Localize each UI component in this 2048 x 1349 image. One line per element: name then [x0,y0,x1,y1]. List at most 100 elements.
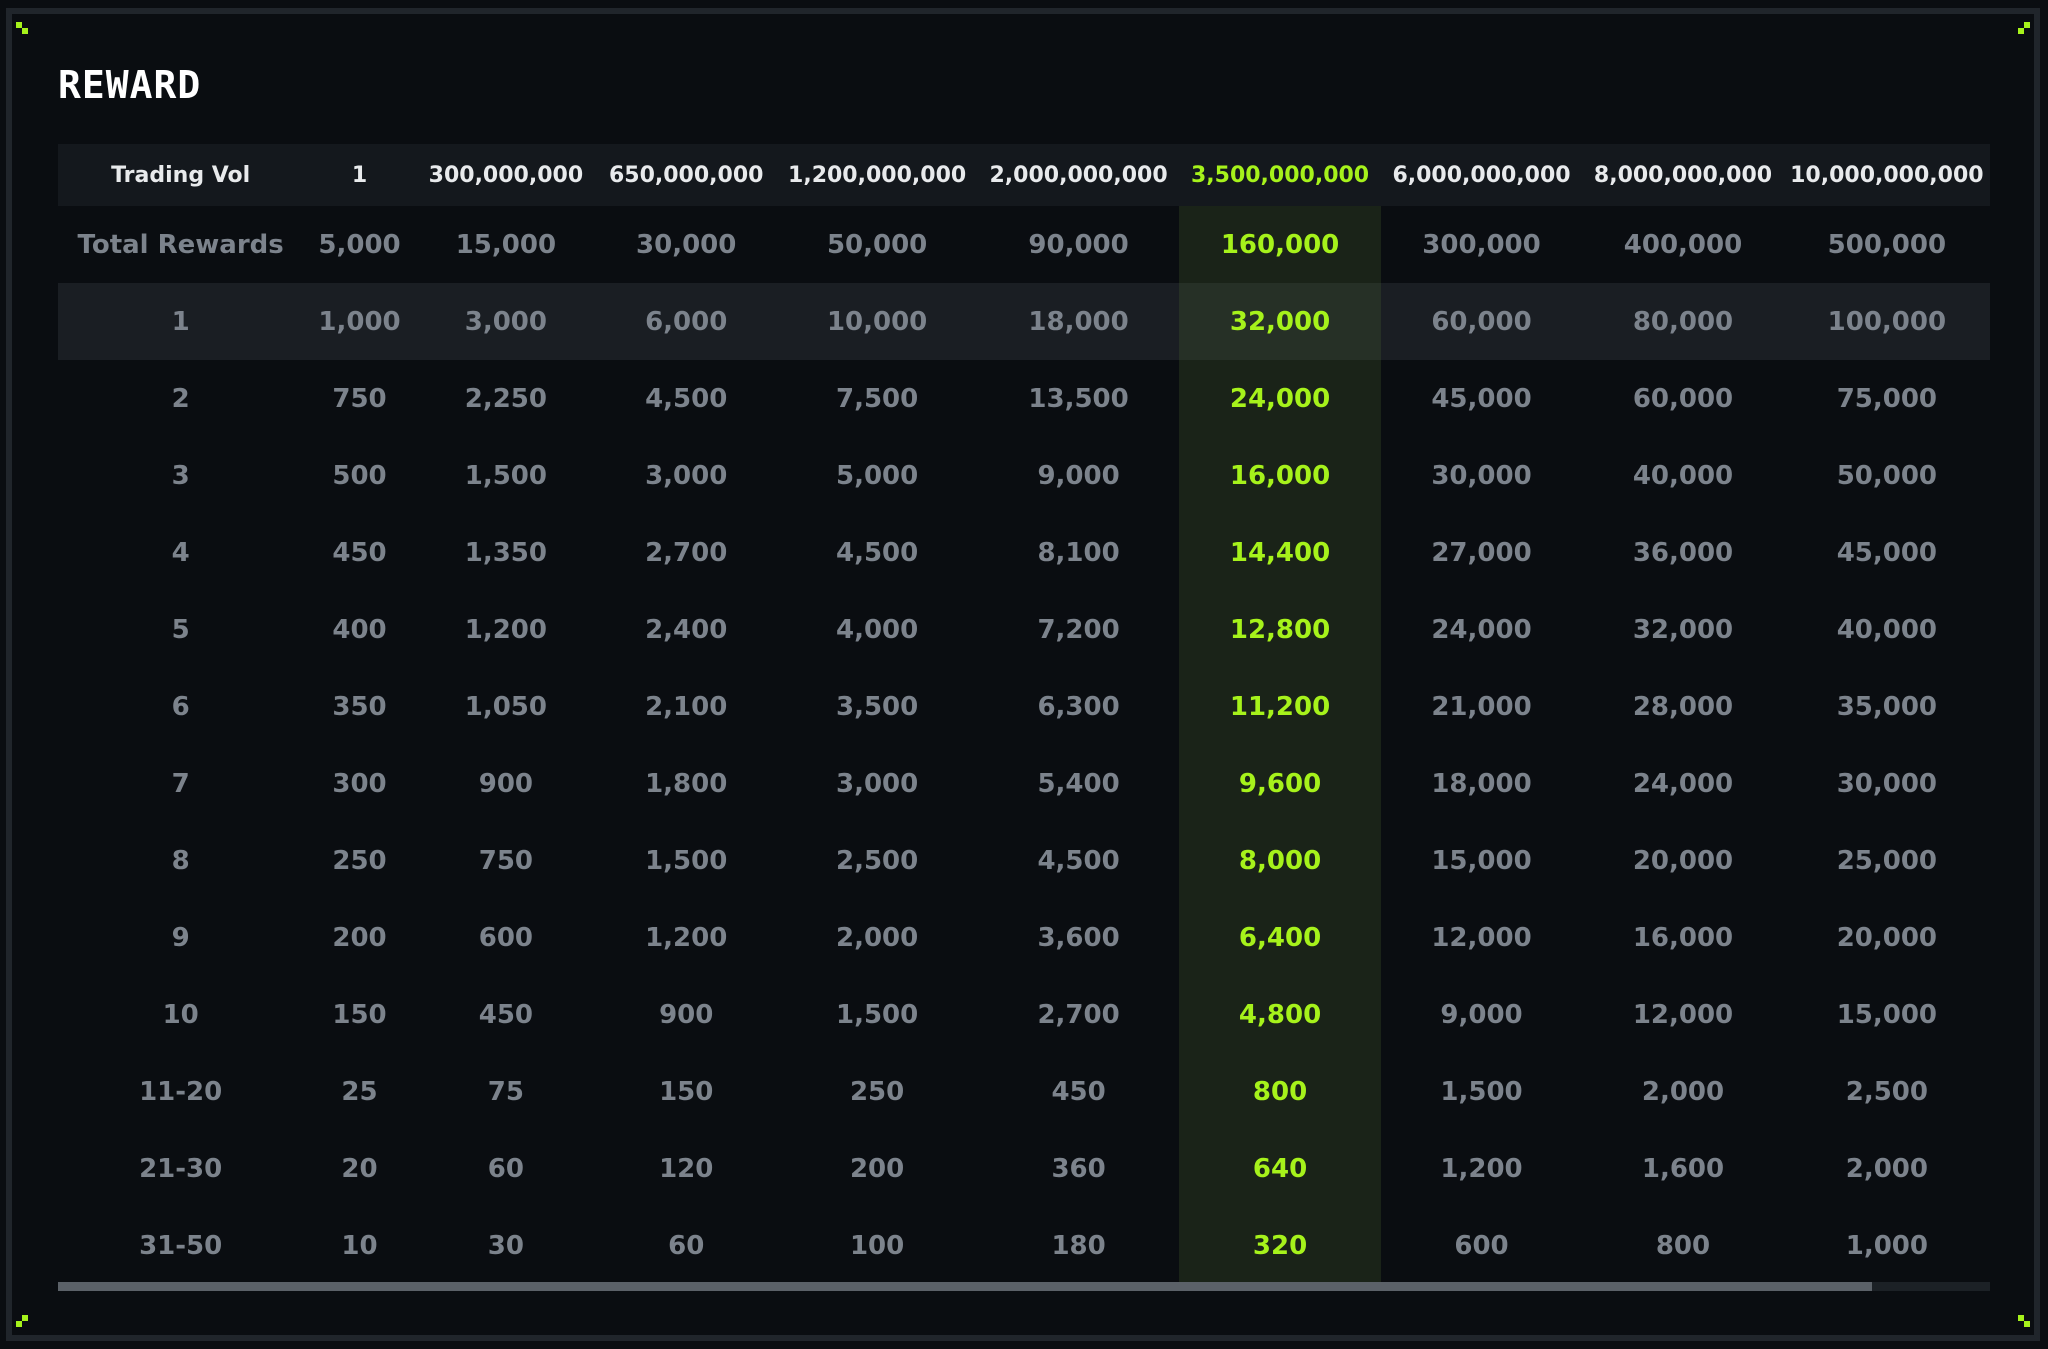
reward-cell: 1,000 [318,306,401,337]
reward-cell: 32,000 [1632,614,1734,645]
reward-cell: 7,200 [1037,614,1120,645]
reward-cell: 1,600 [1641,1153,1725,1184]
reward-cell: 1,800 [645,768,728,799]
reward-cell: 20 [341,1153,378,1184]
reward-cell: 4,800 [1179,976,1381,1053]
reward-cell: 28,000 [1632,691,1734,722]
table-row: 1 1,000 3,000 6,000 10,000 18,000 32,000 60,000… [58,283,1990,360]
reward-cell: 75 [487,1076,524,1107]
column-header-trading-vol: 1 [351,162,368,188]
reward-cell: 3,000 [645,460,728,491]
reward-cell: 36,000 [1632,537,1734,568]
reward-cell: 10 [341,1230,378,1261]
reward-cell: 27,000 [1431,537,1532,568]
reward-cell: 10,000 [826,306,928,337]
reward-cell: 6,000 [645,306,728,337]
reward-cell: 25,000 [1836,845,1938,876]
reward-cell: 50,000 [826,229,928,260]
table-row: 10 150 450 900 1,500 2,700 4,800 9,000 12,000 15,… [58,976,1990,1053]
reward-cell: 1,500 [645,845,728,876]
column-header-trading-vol: 300,000,000 [428,162,584,188]
corner-decoration [2018,22,2030,34]
reward-cell: 30,000 [1836,768,1938,799]
reward-cell: 30,000 [636,229,737,260]
reward-cell: 2,500 [1845,1076,1928,1107]
reward-cell: 160,000 [1179,206,1381,283]
reward-cell: 500 [332,460,387,491]
reward-cell: 450 [478,999,534,1030]
reward-cell: 2,250 [464,383,547,414]
reward-cell: 75,000 [1836,383,1938,414]
reward-cell: 300 [332,768,387,799]
rank-cell: 7 [171,768,190,799]
rank-cell: 21-30 [139,1153,223,1184]
reward-cell: 16,000 [1632,922,1734,953]
reward-cell: 100 [849,1230,905,1261]
reward-cell: 360 [1051,1153,1106,1184]
reward-cell: 5,000 [318,229,401,260]
table-row: 21-30 20 60 120 200 360 640 1,200 1,600 2,000 [58,1130,1990,1207]
table-row: 4 450 1,350 2,700 4,500 8,100 14,400 27,000 36,0… [58,514,1990,591]
reward-cell: 750 [478,845,534,876]
reward-cell: 15,000 [1431,845,1532,876]
reward-cell: 8,100 [1037,537,1120,568]
reward-cell: 2,700 [1037,999,1120,1030]
scrollbar-thumb[interactable] [58,1282,1872,1291]
reward-cell: 250 [332,845,387,876]
reward-cell: 600 [1454,1230,1509,1261]
reward-cell: 7,500 [835,383,919,414]
reward-cell: 1,000 [1845,1230,1928,1261]
column-header-trading-vol: 8,000,000,000 [1593,162,1773,188]
column-header-trading-vol: 6,000,000,000 [1392,162,1571,188]
reward-cell: 2,000 [1845,1153,1928,1184]
total-rewards-row: Total Rewards 5,000 15,000 30,000 50,000 90,0… [58,206,1990,283]
reward-cell: 20,000 [1836,922,1938,953]
reward-cell: 18,000 [1028,306,1129,337]
horizontal-scrollbar[interactable] [58,1282,1990,1291]
reward-cell: 800 [1655,1230,1711,1261]
rank-cell: 2 [171,383,190,414]
column-header-trading-vol: 3,500,000,000 [1179,144,1381,206]
reward-cell: 800 [1179,1053,1381,1130]
reward-cell: 450 [332,537,387,568]
reward-cell: 200 [332,922,387,953]
rank-cell: 9 [171,922,190,953]
table-row: 9 200 600 1,200 2,000 3,600 6,400 12,000 16,000 2… [58,899,1990,976]
reward-cell: 300,000 [1422,229,1541,260]
reward-cell: 1,200 [1440,1153,1523,1184]
reward-cell: 4,500 [835,537,919,568]
reward-cell: 20,000 [1632,845,1734,876]
reward-cell: 45,000 [1431,383,1532,414]
column-header-trading-vol: 1,200,000,000 [788,162,967,188]
table-row: 11-20 25 75 150 250 450 800 1,500 2,000 2,500 [58,1053,1990,1130]
reward-cell: 150 [659,1076,714,1107]
reward-cell: 4,500 [645,383,728,414]
reward-cell: 40,000 [1632,460,1734,491]
reward-table-scroll-area[interactable]: Trading Vol 1 300,000,000 650,000,000 1,200,… [58,144,1990,1284]
reward-cell: 9,600 [1179,745,1381,822]
reward-cell: 250 [849,1076,905,1107]
reward-cell: 18,000 [1431,768,1532,799]
reward-cell: 24,000 [1431,614,1532,645]
reward-cell: 5,000 [835,460,919,491]
reward-cell: 12,000 [1431,922,1532,953]
reward-cell: 3,500 [835,691,919,722]
reward-cell: 24,000 [1179,360,1381,437]
reward-cell: 150 [332,999,387,1030]
reward-cell: 900 [478,768,534,799]
reward-cell: 60,000 [1431,306,1532,337]
reward-cell: 6,400 [1179,899,1381,976]
reward-cell: 14,400 [1179,514,1381,591]
reward-cell: 80,000 [1632,306,1734,337]
reward-cell: 450 [1051,1076,1106,1107]
rank-cell: 5 [171,614,190,645]
reward-cell: 24,000 [1632,768,1734,799]
reward-cell: 21,000 [1431,691,1532,722]
reward-cell: 40,000 [1836,614,1938,645]
rank-cell: 1 [171,306,190,337]
reward-cell: 60,000 [1632,383,1734,414]
rank-cell: 31-50 [139,1230,223,1261]
reward-cell: 900 [659,999,714,1030]
reward-cell: 8,000 [1179,822,1381,899]
rank-cell: Total Rewards [77,229,284,260]
